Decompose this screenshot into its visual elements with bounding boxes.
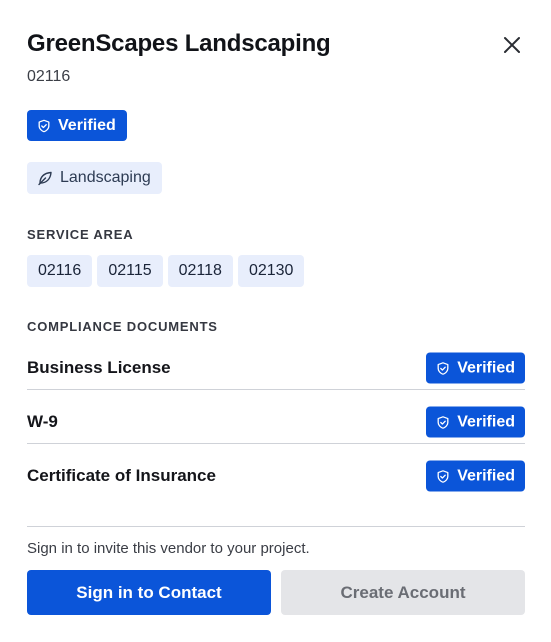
- zip-chip: 02118: [167, 255, 233, 287]
- divider: [27, 389, 525, 390]
- document-row-w9: W-9 Verified: [27, 395, 525, 449]
- document-name: W-9: [27, 412, 58, 431]
- shield-check-icon: [437, 415, 449, 429]
- document-row-business-license: Business License Verified: [27, 341, 525, 395]
- footer-divider: [27, 526, 525, 527]
- category-tag: Landscaping: [27, 162, 162, 194]
- sign-in-note: Sign in to invite this vendor to your pr…: [27, 540, 310, 557]
- service-area-zip-list: 02116 02115 02118 02130: [27, 255, 305, 287]
- shield-check-icon: [437, 361, 449, 375]
- sign-in-to-contact-button[interactable]: Sign in to Contact: [27, 570, 271, 615]
- vendor-detail-panel: GreenScapes Landscaping 02116 Verified L…: [0, 0, 551, 642]
- document-status-badge: Verified: [426, 460, 525, 492]
- verified-badge-label: Verified: [58, 116, 116, 134]
- category-label: Landscaping: [60, 169, 151, 186]
- document-name: Business License: [27, 358, 171, 377]
- zip-chip: 02130: [237, 255, 305, 287]
- compliance-heading: COMPLIANCE DOCUMENTS: [27, 319, 218, 334]
- document-status-badge: Verified: [426, 406, 525, 438]
- vendor-name: GreenScapes Landscaping: [27, 30, 331, 57]
- document-status-label: Verified: [457, 413, 515, 430]
- document-status-label: Verified: [457, 359, 515, 376]
- divider: [27, 443, 525, 444]
- document-row-certificate-of-insurance: Certificate of Insurance Verified: [27, 449, 525, 503]
- shield-check-icon: [38, 119, 50, 132]
- document-name: Certificate of Insurance: [27, 466, 216, 485]
- document-status-label: Verified: [457, 467, 515, 484]
- zip-chip: 02115: [97, 255, 163, 287]
- create-account-button[interactable]: Create Account: [281, 570, 525, 615]
- service-area-heading: SERVICE AREA: [27, 227, 134, 242]
- zip-chip: 02116: [27, 255, 93, 287]
- document-status-badge: Verified: [426, 352, 525, 384]
- vendor-zip: 02116: [27, 68, 71, 85]
- close-icon[interactable]: [500, 33, 524, 57]
- shield-check-icon: [437, 469, 449, 483]
- leaf-icon: [38, 171, 52, 186]
- verified-badge: Verified: [27, 110, 127, 141]
